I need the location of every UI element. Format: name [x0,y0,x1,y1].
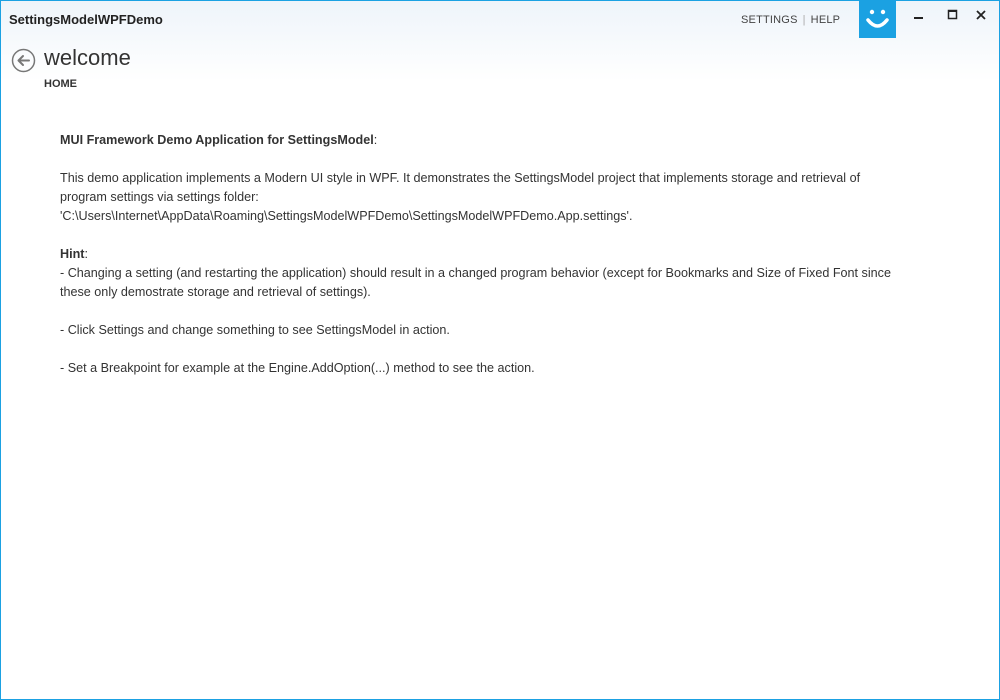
maximize-button[interactable] [939,3,967,27]
hint-1-line-2: these only demostrate storage and retrie… [60,285,371,299]
close-button[interactable] [967,3,995,27]
hint-suffix: : [84,247,88,261]
content-heading: MUI Framework Demo Application for Setti… [60,131,980,150]
minimize-icon [914,17,923,19]
hint-heading: Hint: [60,245,980,264]
hint-label: Hint [60,247,85,261]
breadcrumb-home[interactable]: HOME [44,78,77,90]
hint-2: - Click Settings and change something to… [60,323,450,337]
intro-line-2: program settings via settings folder: [60,190,259,204]
help-link[interactable]: HELP [811,14,841,26]
close-icon [976,10,986,20]
back-arrow-icon [11,48,36,73]
window-title: SettingsModelWPFDemo [9,12,163,27]
page-title: welcome [44,45,131,70]
settings-path: 'C:\Users\Internet\AppData\Roaming\Setti… [60,209,633,223]
welcome-content: MUI Framework Demo Application for Setti… [60,131,980,378]
heading-suffix: : [373,133,378,147]
intro-line-1: This demo application implements a Moder… [60,171,861,185]
link-separator: | [802,14,806,26]
minimize-button[interactable] [905,3,933,27]
hint-1-line-1: - Changing a setting (and restarting the… [60,266,891,280]
hint-3: - Set a Breakpoint for example at the En… [60,361,535,375]
title-links: SETTINGS | HELP [741,14,840,26]
back-button[interactable] [11,48,36,77]
app-window: SettingsModelWPFDemo SETTINGS | HELP welco [0,0,1000,700]
smiley-icon [859,1,896,38]
settings-link[interactable]: SETTINGS [741,14,798,26]
heading-text: MUI Framework Demo Application for Setti… [60,133,374,147]
maximize-icon [947,9,958,20]
